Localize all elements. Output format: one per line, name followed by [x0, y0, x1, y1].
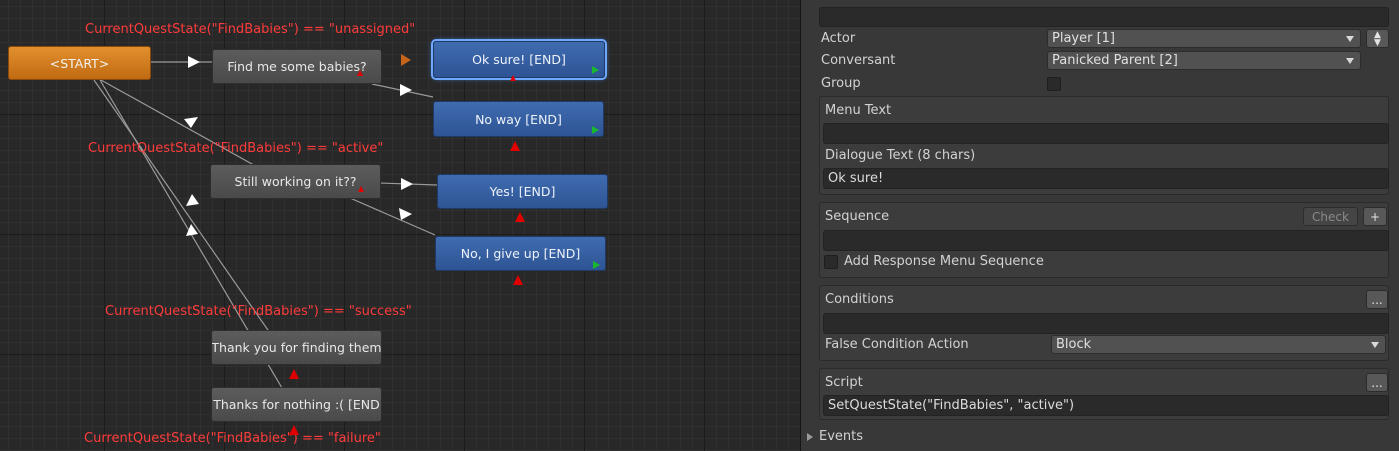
npc-node-thank-you[interactable]: Thank you for finding them: [211, 330, 382, 365]
npc-node-thanks-for-nothing[interactable]: Thanks for nothing :( [END: [211, 387, 382, 422]
condition-marker-icon: [510, 141, 520, 151]
condition-marker-icon: [358, 186, 364, 192]
condition-marker-icon: [510, 75, 516, 81]
condition-marker-icon: [513, 275, 523, 285]
link-still-to-give-up: [349, 197, 436, 236]
conversant-value: Panicked Parent [2]: [1052, 53, 1178, 68]
menu-text-label: Menu Text: [825, 103, 892, 118]
false-condition-action-dropdown[interactable]: Block: [1051, 335, 1386, 354]
events-foldout[interactable]: Events: [807, 429, 863, 444]
chevron-down-icon: [1346, 58, 1354, 64]
condition-failure-label: CurrentQuestState("FindBabies") == "fail…: [84, 431, 381, 446]
dialogue-text-label: Dialogue Text (8 chars): [825, 148, 976, 163]
pc-node-ok-sure[interactable]: Ok sure! [END]: [433, 41, 605, 78]
dialogue-graph-canvas[interactable]: CurrentQuestState("FindBabies") == "unas…: [0, 0, 800, 451]
check-button[interactable]: Check: [1303, 207, 1358, 226]
inspector-panel: Actor Player [1] ▲ ▼ Conversant Panicked …: [801, 0, 1399, 451]
conditions-wizard-button[interactable]: ...: [1366, 290, 1388, 309]
link-arrow: [188, 56, 200, 68]
link-arrow: [399, 208, 412, 220]
script-label: Script: [825, 375, 863, 390]
conversant-dropdown[interactable]: Panicked Parent [2]: [1047, 51, 1361, 70]
condition-active-label: CurrentQuestState("FindBabies") == "acti…: [88, 141, 384, 156]
actor-label: Actor: [821, 31, 856, 46]
false-condition-action-label: False Condition Action: [825, 337, 969, 352]
condition-marker-icon: [515, 212, 525, 222]
link-arrow: [401, 178, 413, 190]
end-marker-icon: [592, 66, 599, 74]
pc-node-yes[interactable]: Yes! [END]: [437, 174, 608, 209]
group-label: Group: [821, 76, 861, 91]
group-checkbox[interactable]: [1047, 77, 1061, 91]
condition-success-label: CurrentQuestState("FindBabies") == "succ…: [105, 304, 412, 319]
chevron-down-icon: [1371, 342, 1379, 348]
add-response-menu-sequence-checkbox[interactable]: [824, 255, 838, 269]
selection-arrow-icon: [401, 54, 411, 66]
menu-text-field[interactable]: [823, 123, 1389, 144]
end-marker-icon: [593, 261, 600, 269]
actor-value: Player [1]: [1052, 31, 1116, 46]
chevron-right-icon: [807, 432, 813, 441]
end-marker-icon: [592, 126, 599, 134]
link-arrow: [186, 224, 198, 236]
swap-actors-button[interactable]: ▲ ▼: [1366, 29, 1389, 48]
script-wizard-button[interactable]: ...: [1366, 373, 1388, 392]
pc-node-give-up[interactable]: No, I give up [END]: [435, 236, 606, 271]
pc-node-no-way[interactable]: No way [END]: [433, 101, 604, 137]
chevron-down-icon: [1346, 36, 1354, 42]
npc-node-still-working[interactable]: Still working on it??: [210, 164, 381, 199]
sequence-label: Sequence: [825, 209, 890, 224]
start-node[interactable]: <START>: [8, 46, 151, 80]
link-arrow: [400, 84, 412, 96]
condition-unassigned-label: CurrentQuestState("FindBabies") == "unas…: [85, 22, 416, 37]
conditions-field[interactable]: [823, 313, 1389, 334]
link-start-to-thank-you: [93, 79, 271, 334]
condition-marker-icon: [289, 425, 299, 435]
sequence-field[interactable]: [823, 230, 1389, 251]
false-condition-action-value: Block: [1056, 337, 1092, 352]
npc-node-find-babies[interactable]: Find me some babies?: [212, 49, 382, 84]
conversant-label: Conversant: [821, 53, 896, 68]
add-sequence-button[interactable]: +: [1363, 207, 1387, 226]
updown-arrows-icon: ▲ ▼: [1374, 29, 1381, 48]
condition-marker-icon: [357, 70, 363, 76]
condition-marker-icon: [289, 369, 299, 379]
conditions-label: Conditions: [825, 292, 894, 307]
link-arrow: [186, 194, 199, 206]
events-label: Events: [819, 429, 864, 444]
title-field[interactable]: [819, 7, 1389, 27]
script-field[interactable]: SetQuestState("FindBabies", "active"): [823, 395, 1389, 416]
add-response-menu-sequence-label: Add Response Menu Sequence: [844, 254, 1044, 269]
actor-dropdown[interactable]: Player [1]: [1047, 29, 1361, 48]
dialogue-text-field[interactable]: Ok sure!: [823, 168, 1389, 189]
link-arrow: [184, 117, 198, 128]
